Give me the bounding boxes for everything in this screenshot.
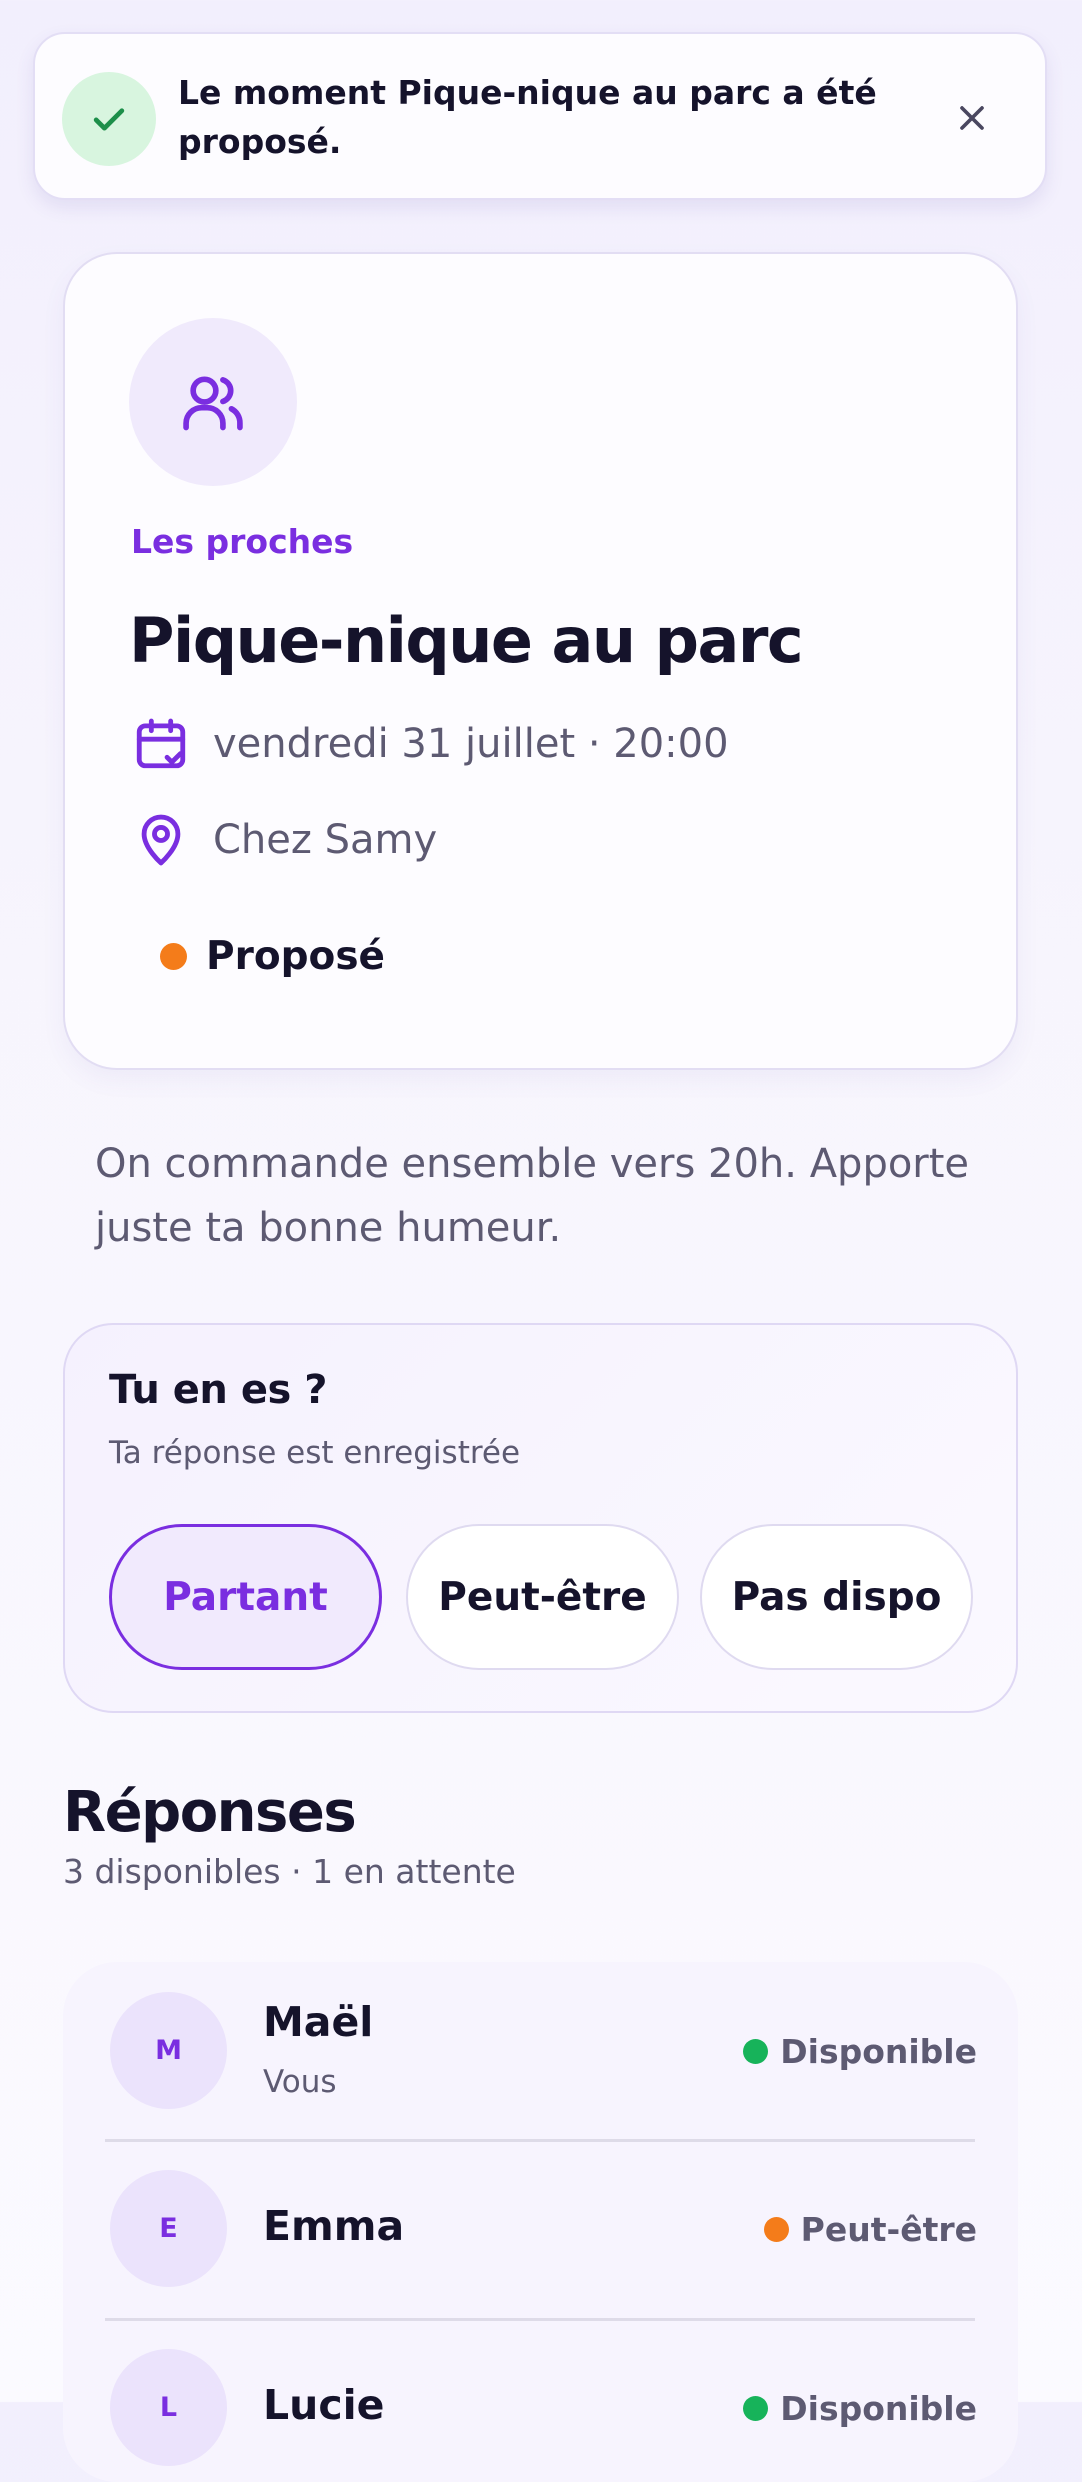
- status-label: Proposé: [206, 933, 385, 979]
- status-dot: [743, 2038, 769, 2064]
- event-status: Proposé: [160, 926, 385, 986]
- rsvp-card: Tu en es ? Ta réponse est enregistrée Pa…: [63, 1323, 1018, 1713]
- list-item[interactable]: L Lucie Disponible: [63, 2319, 1018, 2482]
- status-label: Peut-être: [800, 2209, 977, 2249]
- group-label[interactable]: Les proches: [131, 522, 353, 561]
- status-badge: Disponible: [743, 2026, 977, 2076]
- event-datetime: vendredi 31 juillet · 20:00: [213, 721, 729, 767]
- status-dot: [763, 2216, 789, 2242]
- response-name: Emma: [263, 2202, 405, 2250]
- responses-summary: 3 disponibles · 1 en attente: [63, 1852, 516, 1891]
- status-badge: Peut-être: [763, 2204, 977, 2254]
- status-dot: [743, 2395, 769, 2421]
- status-label: Disponible: [780, 2388, 977, 2428]
- response-name: Lucie: [263, 2381, 385, 2429]
- users-icon: [129, 318, 297, 486]
- rsvp-partant-button[interactable]: Partant: [109, 1524, 382, 1670]
- map-pin-icon: [129, 808, 193, 872]
- event-location: Chez Samy: [213, 817, 438, 863]
- event-card: Les proches Pique-nique au parc vendredi…: [63, 252, 1018, 1070]
- avatar: L: [110, 2349, 227, 2466]
- rsvp-peut-etre-button[interactable]: Peut-être: [406, 1524, 679, 1670]
- rsvp-subtitle: Ta réponse est enregistrée: [109, 1435, 521, 1471]
- status-badge: Disponible: [743, 2383, 977, 2433]
- avatar: E: [110, 2170, 227, 2287]
- event-title: Pique-nique au parc: [129, 604, 804, 677]
- response-name: Maël: [263, 1998, 374, 2046]
- calendar-check-icon: [129, 712, 193, 776]
- toast-notification: Le moment Pique-nique au parc a été prop…: [33, 32, 1047, 200]
- responses-list: M Maël Vous Disponible E Emma Peut-être …: [63, 1962, 1018, 2482]
- toast-message: Le moment Pique-nique au parc a été prop…: [178, 73, 877, 161]
- avatar: M: [110, 1992, 227, 2109]
- list-item[interactable]: M Maël Vous Disponible: [63, 1962, 1018, 2140]
- list-item[interactable]: E Emma Peut-être: [63, 2140, 1018, 2318]
- response-note: Vous: [263, 2064, 337, 2100]
- status-dot: [160, 942, 187, 970]
- responses-title: Réponses: [63, 1780, 357, 1845]
- rsvp-title: Tu en es ?: [109, 1367, 327, 1413]
- check-icon: [62, 72, 156, 166]
- event-description: On commande ensemble vers 20h. Apporte j…: [95, 1141, 970, 1251]
- event-datetime-row: vendredi 31 juillet · 20:00: [129, 712, 729, 776]
- rsvp-pas-dispo-button[interactable]: Pas dispo: [700, 1524, 973, 1670]
- close-icon[interactable]: [940, 86, 1004, 150]
- status-label: Disponible: [780, 2031, 977, 2071]
- event-location-row: Chez Samy: [129, 808, 437, 872]
